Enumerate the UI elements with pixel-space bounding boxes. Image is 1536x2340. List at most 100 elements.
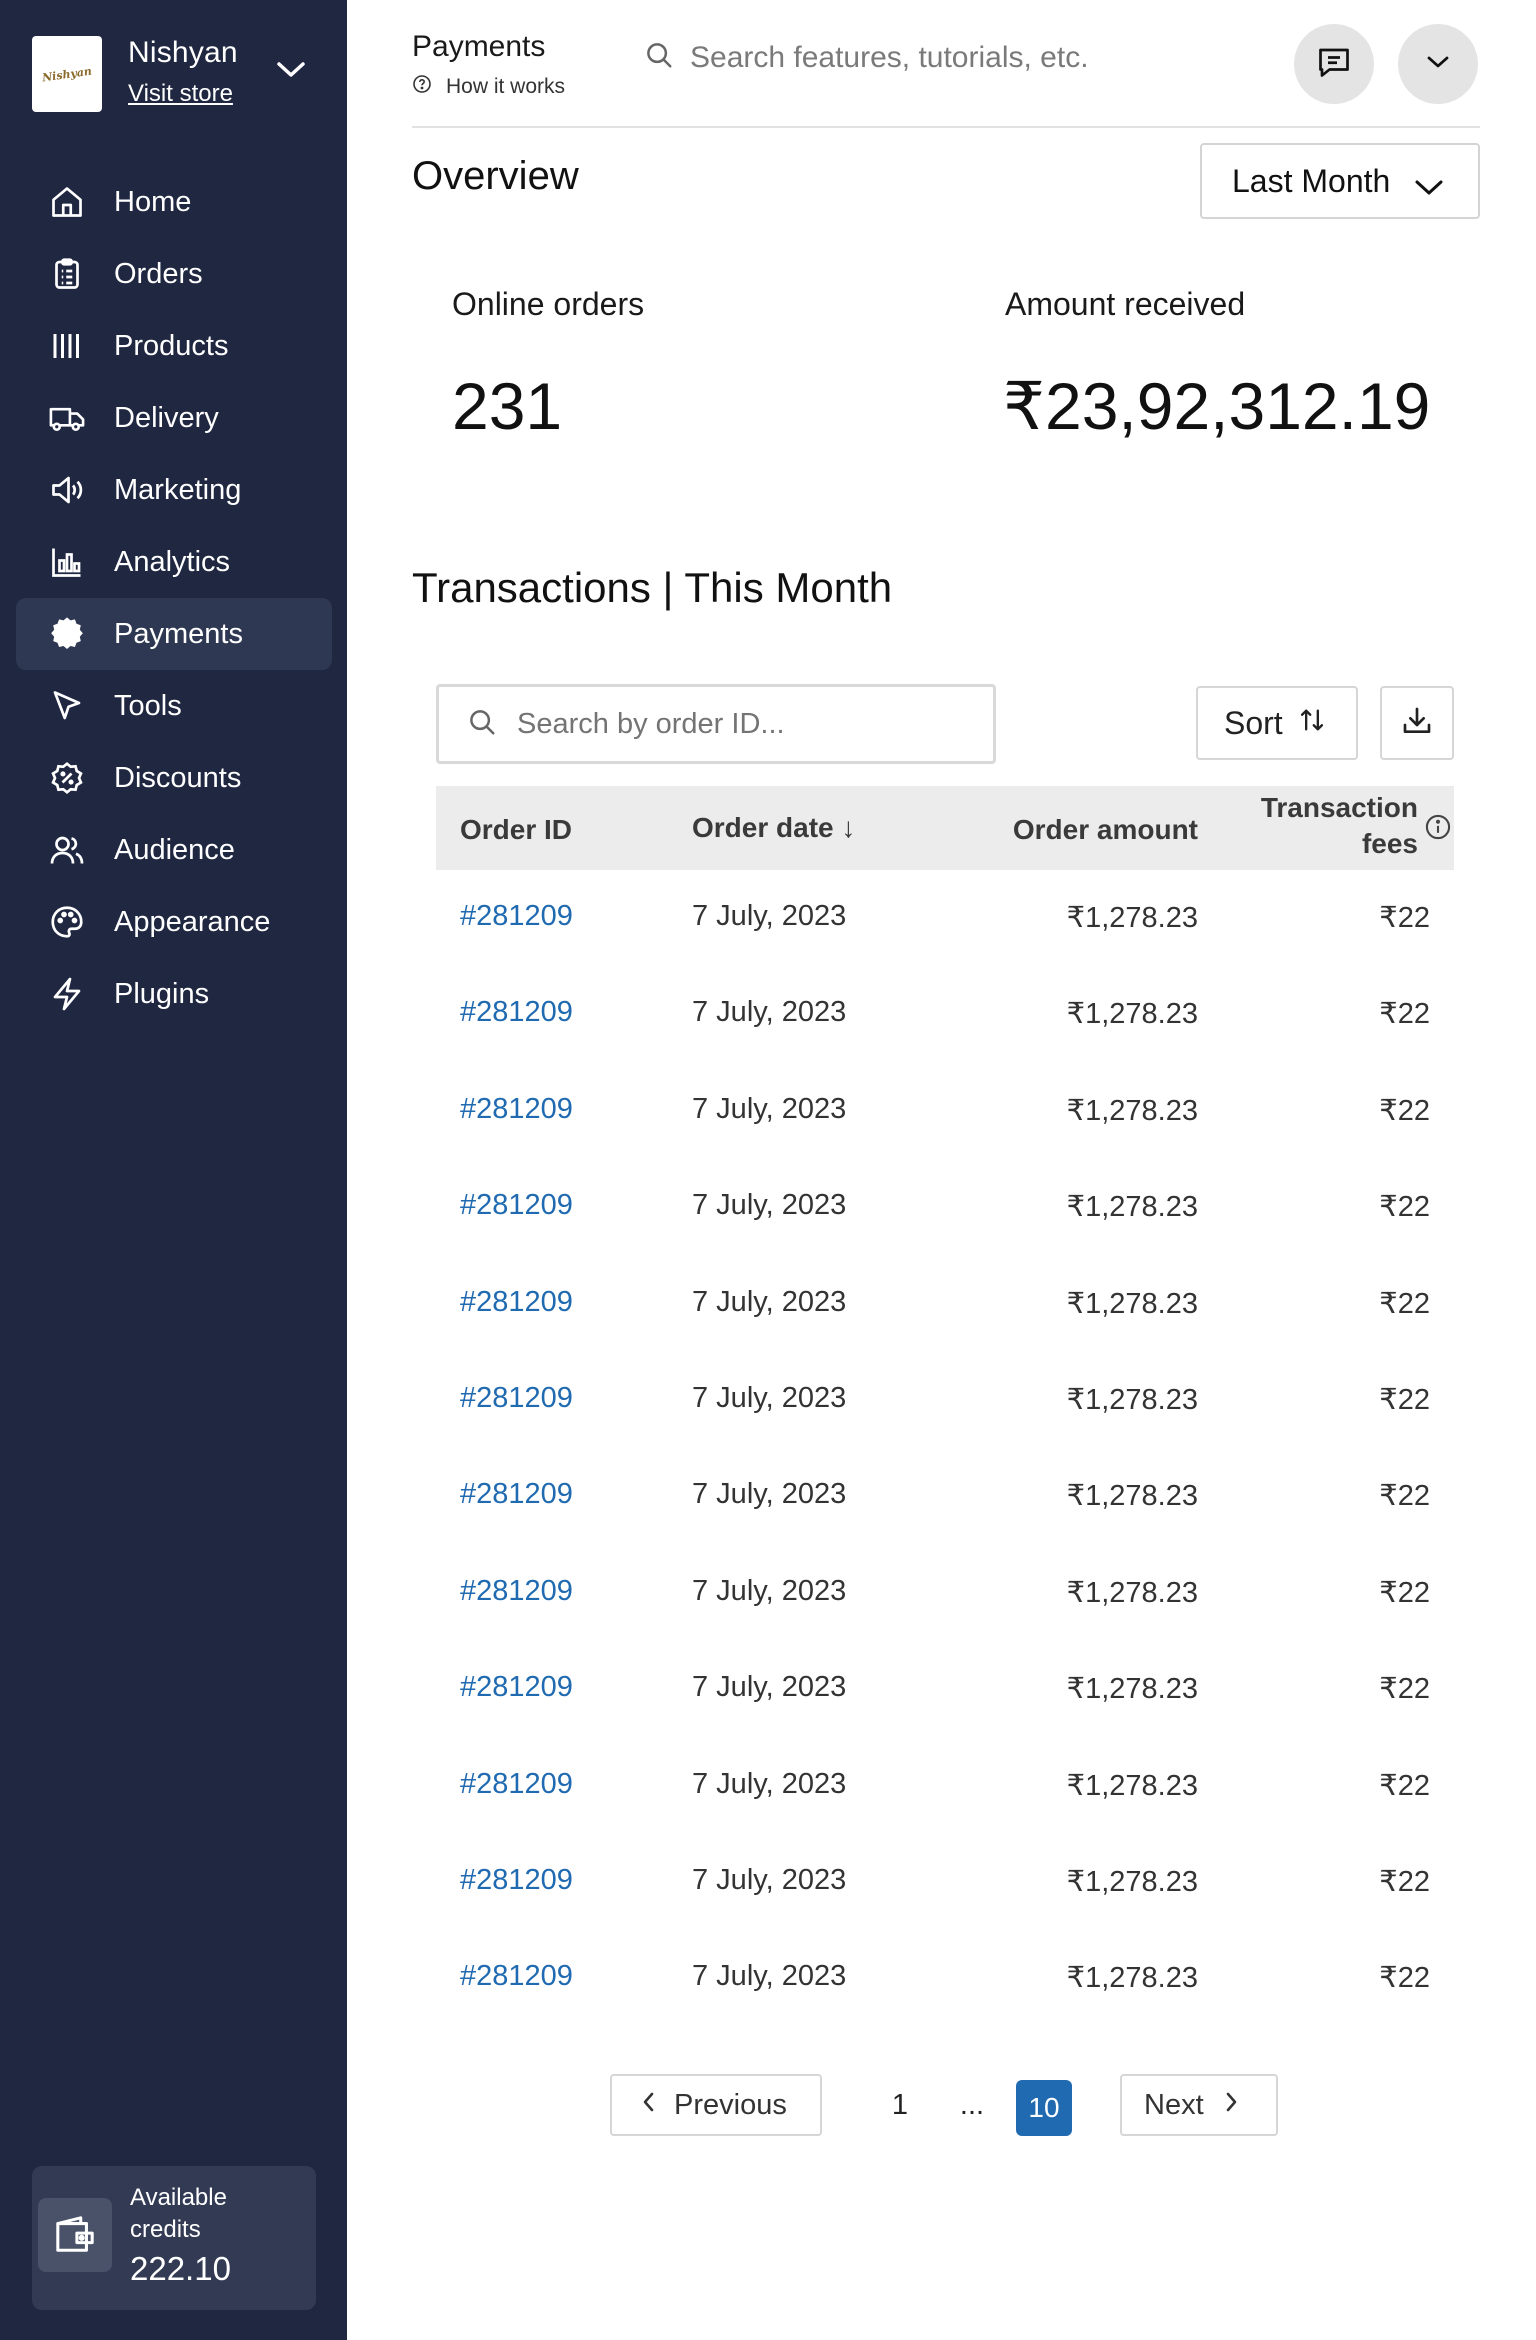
- column-transaction-fees[interactable]: Transaction fees: [1261, 792, 1418, 860]
- transaction-fee: ₹22: [1379, 1865, 1430, 1898]
- order-id-link[interactable]: #281209: [460, 1093, 573, 1126]
- order-id-link[interactable]: #281209: [460, 1382, 573, 1415]
- order-date: 7 July, 2023: [692, 996, 847, 1029]
- sidebar-item-tools[interactable]: Tools: [16, 670, 332, 742]
- how-it-works-link[interactable]: How it works: [412, 74, 565, 100]
- transaction-fee: ₹22: [1379, 1383, 1430, 1416]
- transaction-fee: ₹22: [1379, 1480, 1430, 1513]
- order-id-link[interactable]: #281209: [460, 1189, 573, 1222]
- payments-icon: [48, 615, 86, 653]
- order-amount: ₹1,278.23: [1066, 1383, 1198, 1416]
- table-row: #281209 7 July, 2023 ₹1,278.23 ₹22: [436, 1930, 1454, 2026]
- order-id-link[interactable]: #281209: [460, 1864, 573, 1897]
- order-id-link[interactable]: #281209: [460, 1286, 573, 1319]
- cursor-icon: [48, 687, 86, 725]
- credits-card: Available credits 222.10: [32, 2166, 316, 2310]
- order-date: 7 July, 2023: [692, 900, 847, 932]
- order-amount: ₹1,278.23: [1066, 998, 1198, 1031]
- overview-title: Overview: [412, 154, 579, 198]
- info-icon[interactable]: [1424, 813, 1452, 846]
- page-title: Payments: [412, 30, 546, 63]
- order-id-link[interactable]: #281209: [460, 900, 573, 933]
- table-row: #281209 7 July, 2023 ₹1,278.23 ₹22: [436, 1641, 1454, 1737]
- order-amount: ₹1,278.23: [1066, 902, 1198, 934]
- search-input[interactable]: [690, 40, 1250, 75]
- transaction-fee: ₹22: [1379, 1191, 1430, 1224]
- credits-value: 222.10: [130, 2250, 231, 2287]
- order-id-link[interactable]: #281209: [460, 1960, 573, 1993]
- order-date: 7 July, 2023: [692, 1478, 847, 1511]
- order-date: 7 July, 2023: [692, 1285, 847, 1318]
- online-orders-label: Online orders: [452, 286, 645, 322]
- order-id-link[interactable]: #281209: [460, 1671, 573, 1704]
- sidebar-item-label: Audience: [114, 833, 235, 866]
- transaction-fee: ₹22: [1379, 1094, 1430, 1127]
- bar-chart-icon: [48, 543, 86, 581]
- sort-arrows-icon: [1297, 705, 1327, 742]
- table-row: #281209 7 July, 2023 ₹1,278.23 ₹22: [436, 1448, 1454, 1544]
- wallet-icon: [38, 2198, 112, 2272]
- amount-received-label: Amount received: [1005, 286, 1246, 322]
- download-button[interactable]: [1380, 686, 1454, 760]
- order-search-input[interactable]: [517, 707, 987, 741]
- sidebar-item-payments[interactable]: Payments: [16, 598, 332, 670]
- page-1-button[interactable]: 1: [880, 2074, 920, 2136]
- previous-page-button[interactable]: Previous: [610, 2074, 822, 2136]
- feature-search: [644, 40, 1250, 75]
- sidebar-item-audience[interactable]: Audience: [16, 814, 332, 886]
- column-fees-line1: Transaction: [1260, 792, 1418, 823]
- account-menu-button[interactable]: [1398, 24, 1478, 104]
- chevron-down-icon[interactable]: [276, 60, 306, 85]
- order-id-link[interactable]: #281209: [460, 996, 573, 1029]
- column-order-amount[interactable]: Order amount: [1013, 814, 1198, 846]
- order-amount: ₹1,278.23: [1066, 1962, 1198, 1995]
- online-orders-value: 231: [452, 369, 563, 443]
- period-select[interactable]: Last Month: [1200, 143, 1480, 219]
- sidebar-item-label: Home: [114, 185, 192, 218]
- next-page-button[interactable]: Next: [1120, 2074, 1278, 2136]
- sidebar-item-marketing[interactable]: Marketing: [16, 454, 332, 526]
- column-order-date[interactable]: Order date ↓: [692, 812, 855, 844]
- current-page-button[interactable]: 10: [1016, 2080, 1072, 2136]
- sidebar-item-label: Plugins: [114, 977, 210, 1010]
- chat-button[interactable]: [1294, 24, 1374, 104]
- sidebar-item-label: Delivery: [114, 401, 219, 434]
- sidebar-item-delivery[interactable]: Delivery: [16, 382, 332, 454]
- sidebar-item-plugins[interactable]: Plugins: [16, 958, 332, 1030]
- transaction-fee: ₹22: [1379, 902, 1430, 934]
- sort-button[interactable]: Sort: [1196, 686, 1358, 760]
- sidebar-item-home[interactable]: Home: [16, 166, 332, 238]
- order-id-link[interactable]: #281209: [460, 1768, 573, 1801]
- chevron-down-icon: [1414, 169, 1444, 206]
- order-id-link[interactable]: #281209: [460, 1575, 573, 1608]
- order-id-link[interactable]: #281209: [460, 1478, 573, 1511]
- order-amount: ₹1,278.23: [1066, 1480, 1198, 1513]
- store-logo-text: Nishyan: [41, 64, 93, 84]
- sidebar-item-label: Products: [114, 329, 229, 362]
- sidebar-item-appearance[interactable]: Appearance: [16, 886, 332, 958]
- order-amount: ₹1,278.23: [1066, 1576, 1198, 1609]
- table-row: #281209 7 July, 2023 ₹1,278.23 ₹22: [436, 1545, 1454, 1641]
- store-switcher[interactable]: Nishyan Nishyan Visit store: [32, 36, 238, 112]
- store-name: Nishyan: [128, 36, 238, 69]
- visit-store-link[interactable]: Visit store: [128, 80, 238, 108]
- sidebar-item-products[interactable]: Products: [16, 310, 332, 382]
- column-fees-line2: fees: [1361, 828, 1418, 859]
- sidebar-item-orders[interactable]: Orders: [16, 238, 332, 310]
- transactions-title: Transactions | This Month: [412, 564, 893, 611]
- sidebar-item-analytics[interactable]: Analytics: [16, 526, 332, 598]
- transaction-fee: ₹22: [1379, 1287, 1430, 1320]
- order-date: 7 July, 2023: [692, 1960, 847, 1993]
- store-logo: Nishyan: [32, 36, 102, 112]
- sidebar-nav: Home Orders Products Delivery Marketing …: [16, 166, 332, 1030]
- order-amount: ₹1,278.23: [1066, 1673, 1198, 1706]
- table-header: Order ID Order date ↓ Order amount Trans…: [436, 786, 1454, 870]
- table-row: #281209 7 July, 2023 ₹1,278.23 ₹22: [436, 1159, 1454, 1255]
- order-amount: ₹1,278.23: [1066, 1094, 1198, 1127]
- next-label: Next: [1144, 2088, 1204, 2121]
- palette-icon: [48, 903, 86, 941]
- column-order-id[interactable]: Order ID: [460, 814, 572, 846]
- transaction-fee: ₹22: [1379, 1769, 1430, 1802]
- table-row: #281209 7 July, 2023 ₹1,278.23 ₹22: [436, 966, 1454, 1062]
- sidebar-item-discounts[interactable]: Discounts: [16, 742, 332, 814]
